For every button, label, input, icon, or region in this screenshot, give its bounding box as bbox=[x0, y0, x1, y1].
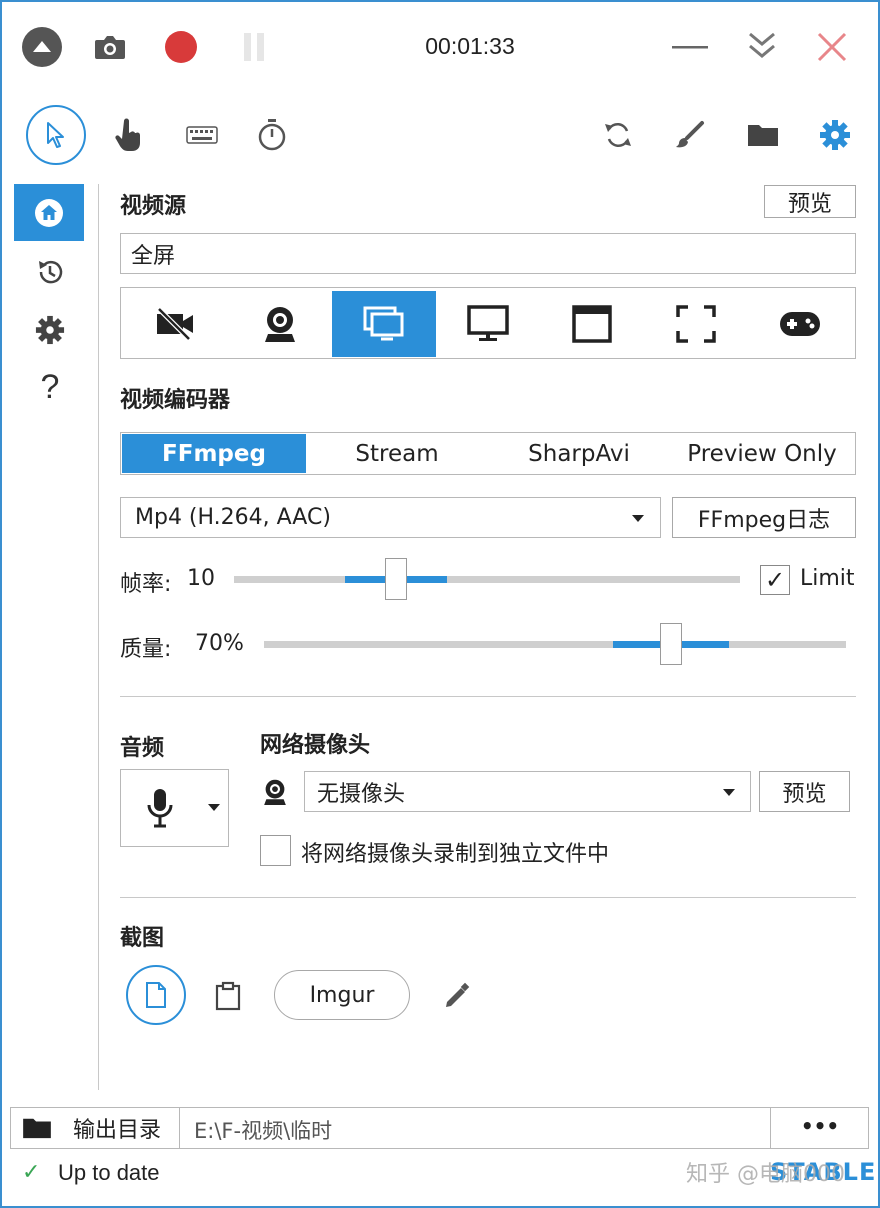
history-icon[interactable] bbox=[30, 255, 70, 289]
sidebar-home[interactable] bbox=[14, 184, 84, 241]
keyboard-icon[interactable] bbox=[180, 118, 224, 152]
separate-file-checkbox[interactable] bbox=[260, 835, 291, 866]
camera-icon[interactable] bbox=[90, 27, 130, 67]
folder-icon[interactable] bbox=[742, 115, 784, 155]
minimize-icon[interactable] bbox=[668, 32, 712, 62]
microphone-icon bbox=[140, 785, 180, 831]
format-value: Mp4 (H.264, AAC) bbox=[135, 505, 331, 530]
game-icon[interactable] bbox=[748, 291, 852, 357]
quality-slider[interactable] bbox=[264, 622, 846, 666]
status-check-icon: ✓ bbox=[22, 1160, 41, 1185]
framerate-track bbox=[234, 576, 740, 583]
output-folder-icon bbox=[21, 1114, 53, 1142]
section-divider-2 bbox=[120, 897, 856, 898]
tab-ffmpeg[interactable]: FFmpeg bbox=[122, 434, 306, 473]
ffmpeg-log-button[interactable]: FFmpeg日志 bbox=[672, 497, 856, 538]
video-source-label: 视频源 bbox=[120, 194, 187, 219]
limit-label: Limit bbox=[800, 566, 855, 591]
window-frame bbox=[0, 0, 880, 1208]
watermark: 知乎 @电脑000 bbox=[686, 1162, 845, 1187]
tab-sharpavi[interactable]: SharpAvi bbox=[488, 434, 670, 473]
screen-icon[interactable] bbox=[332, 291, 436, 357]
webcam-preview-button[interactable]: 预览 bbox=[759, 771, 850, 812]
quality-track bbox=[264, 641, 846, 648]
sidebar-divider bbox=[98, 184, 99, 1090]
output-label: 输出目录 bbox=[73, 1118, 162, 1143]
webcam-dropdown[interactable]: 无摄像头 bbox=[304, 771, 751, 812]
webcam-label: 网络摄像头 bbox=[260, 733, 371, 758]
framerate-value: 10 bbox=[187, 566, 215, 591]
check-icon: ✓ bbox=[764, 566, 786, 594]
webcam-chevron-down-icon bbox=[717, 782, 741, 802]
video-source-value: 全屏 bbox=[131, 243, 176, 269]
status-text: Up to date bbox=[58, 1160, 160, 1185]
audio-chevron-down-icon bbox=[203, 798, 225, 816]
no-video-icon[interactable] bbox=[124, 291, 228, 357]
video-encoder-label: 视频编码器 bbox=[120, 388, 231, 413]
click-hand-icon[interactable] bbox=[110, 115, 148, 155]
chevron-down-icon bbox=[626, 508, 650, 528]
refresh-icon[interactable] bbox=[598, 115, 638, 155]
video-source-preview-button[interactable]: 预览 bbox=[764, 185, 856, 218]
mouse-pointer-icon[interactable] bbox=[26, 105, 86, 165]
help-icon[interactable]: ? bbox=[30, 368, 70, 408]
output-folder-button[interactable]: 输出目录 bbox=[11, 1108, 180, 1148]
format-dropdown[interactable]: Mp4 (H.264, AAC) bbox=[120, 497, 661, 538]
webcam-value: 无摄像头 bbox=[317, 781, 406, 807]
region-icon[interactable] bbox=[644, 291, 748, 357]
tab-preview-only[interactable]: Preview Only bbox=[670, 434, 854, 473]
video-source-field[interactable]: 全屏 bbox=[120, 233, 856, 274]
audio-label: 音频 bbox=[120, 736, 165, 761]
record-icon[interactable] bbox=[165, 31, 197, 63]
recording-timer: 00:01:33 bbox=[425, 33, 515, 59]
webcam-icon[interactable] bbox=[228, 291, 332, 357]
window-icon[interactable] bbox=[540, 291, 644, 357]
quality-value: 70% bbox=[195, 631, 244, 656]
clipboard-icon[interactable] bbox=[210, 978, 246, 1014]
save-to-disk-icon[interactable] bbox=[126, 965, 186, 1025]
quality-label: 质量: bbox=[120, 637, 172, 662]
brush-icon[interactable] bbox=[670, 115, 710, 155]
minimize-to-tray-icon[interactable] bbox=[742, 28, 782, 64]
imgur-button[interactable]: Imgur bbox=[274, 970, 410, 1020]
pause-icon[interactable] bbox=[238, 30, 270, 64]
limit-checkbox[interactable]: ✓ bbox=[760, 565, 790, 595]
close-icon[interactable] bbox=[812, 27, 852, 67]
framerate-slider[interactable] bbox=[234, 557, 740, 601]
collapse-up-icon[interactable] bbox=[22, 27, 62, 67]
pencil-icon[interactable] bbox=[438, 977, 476, 1015]
settings-icon[interactable] bbox=[814, 115, 856, 155]
more-options-button[interactable]: ••• bbox=[770, 1108, 869, 1148]
framerate-label: 帧率: bbox=[120, 572, 172, 597]
webcam-small-icon bbox=[258, 774, 292, 810]
sidebar-settings-icon[interactable] bbox=[30, 312, 70, 348]
tab-stream[interactable]: Stream bbox=[306, 434, 488, 473]
output-path[interactable]: E:\F-视频\临时 bbox=[194, 1115, 332, 1145]
home-icon bbox=[35, 198, 63, 227]
timer-icon[interactable] bbox=[252, 115, 292, 155]
section-divider bbox=[120, 696, 856, 697]
separate-file-label: 将网络摄像头录制到独立文件中 bbox=[301, 842, 610, 867]
monitor-icon[interactable] bbox=[436, 291, 540, 357]
screenshot-label: 截图 bbox=[120, 926, 165, 951]
framerate-thumb[interactable] bbox=[385, 558, 407, 600]
quality-thumb[interactable] bbox=[660, 623, 682, 665]
